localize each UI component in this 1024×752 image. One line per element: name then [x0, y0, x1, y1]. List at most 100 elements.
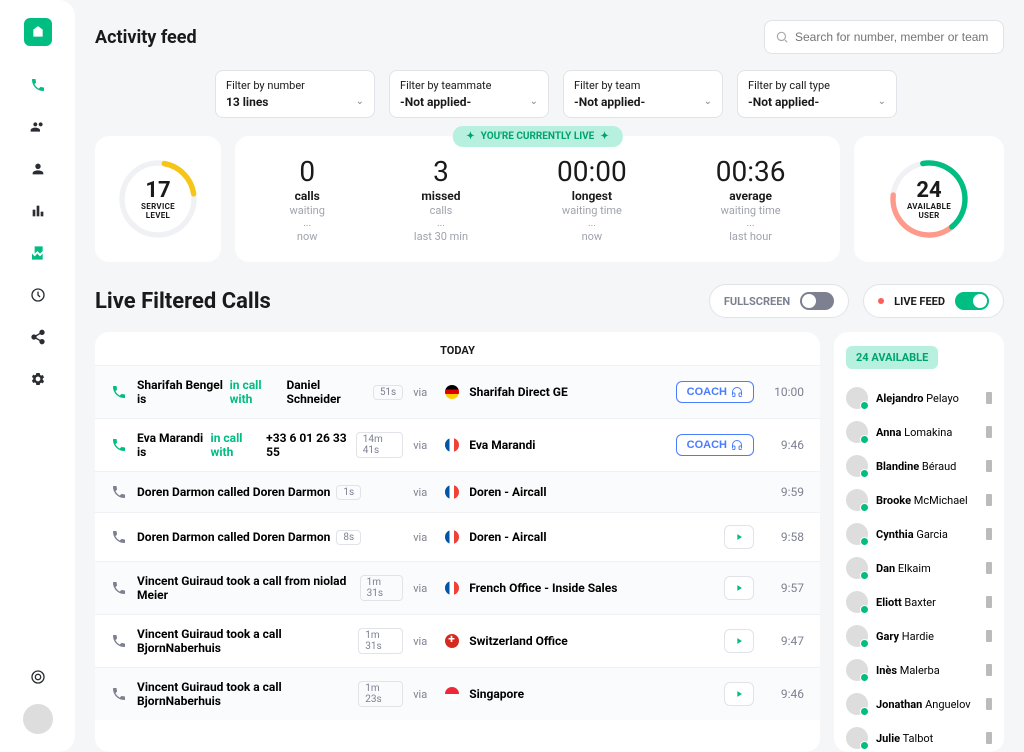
filter-number[interactable]: Filter by number 13 lines ⌄ [215, 70, 375, 118]
line-name: Doren - Aircall [469, 485, 674, 499]
user-row[interactable]: Julie Talbot [846, 721, 992, 752]
call-row[interactable]: Sharifah Bengel is in call with Daniel S… [95, 365, 820, 418]
help-icon[interactable] [29, 668, 47, 686]
clock-icon[interactable] [29, 286, 47, 304]
device-icon [986, 596, 992, 608]
call-row[interactable]: Eva Marandi is in call with +33 6 01 26 … [95, 418, 820, 471]
share-icon[interactable] [29, 328, 47, 346]
device-icon [986, 528, 992, 540]
header: Activity feed [95, 0, 1004, 70]
filter-calltype[interactable]: Filter by call type -Not applied- ⌄ [737, 70, 897, 118]
device-icon [986, 460, 992, 472]
filter-team[interactable]: Filter by team -Not applied- ⌄ [563, 70, 723, 118]
call-row[interactable]: Doren Darmon called Doren Darmon 1s via … [95, 471, 820, 512]
play-button[interactable] [724, 629, 754, 653]
livefeed-toggle[interactable]: LIVE FEED [863, 284, 1004, 318]
flag-icon [445, 634, 459, 648]
avatar [846, 523, 868, 545]
call-description: Doren Darmon called Doren Darmon 1s [137, 485, 403, 500]
coach-button[interactable]: COACH [676, 434, 754, 456]
line-name: Switzerland Office [469, 634, 674, 648]
user-row[interactable]: Anna Lomakina [846, 415, 992, 449]
fullscreen-toggle[interactable]: FULLSCREEN [709, 284, 849, 318]
user-name: Cynthia Garcia [876, 528, 978, 541]
call-row[interactable]: Vincent Guiraud took a call BjornNaberhu… [95, 667, 820, 720]
user-avatar[interactable] [23, 704, 53, 734]
via-label: via [413, 486, 435, 499]
play-button[interactable] [724, 682, 754, 706]
call-time: 9:57 [764, 581, 804, 595]
toggle-off-icon [800, 292, 834, 310]
user-name: Brooke McMichael [876, 494, 978, 507]
phone-icon [111, 484, 127, 500]
person-icon[interactable] [29, 160, 47, 178]
gear-icon[interactable] [29, 370, 47, 388]
chevron-down-icon: ⌄ [878, 96, 886, 107]
avatar [846, 557, 868, 579]
call-row[interactable]: Doren Darmon called Doren Darmon 8s via … [95, 512, 820, 561]
user-row[interactable]: Blandine Béraud [846, 449, 992, 483]
duration-badge: 1m 31s [360, 575, 404, 601]
search-icon [775, 30, 789, 44]
avatar [846, 727, 868, 749]
toggle-on-icon [955, 292, 989, 310]
chevron-down-icon: ⌄ [356, 96, 364, 107]
line-name: Singapore [469, 687, 674, 701]
metric-missed: 3 missed calls ... last 30 min [414, 155, 468, 243]
via-label: via [413, 439, 435, 452]
user-row[interactable]: Cynthia Garcia [846, 517, 992, 551]
user-row[interactable]: Brooke McMichael [846, 483, 992, 517]
duration-badge: 51s [373, 385, 403, 400]
call-row[interactable]: Vincent Guiraud took a call BjornNaberhu… [95, 614, 820, 667]
call-description: Vincent Guiraud took a call from niolad … [137, 574, 403, 602]
filter-teammate[interactable]: Filter by teammate -Not applied- ⌄ [389, 70, 549, 118]
call-description: Sharifah Bengel is in call with Daniel S… [137, 378, 403, 406]
call-time: 9:59 [764, 485, 804, 499]
section-header: Live Filtered Calls FULLSCREEN LIVE FEED [95, 284, 1004, 318]
user-row[interactable]: Jonathan Anguelov [846, 687, 992, 721]
play-button[interactable] [724, 576, 754, 600]
user-row[interactable]: Eliott Baxter [846, 585, 992, 619]
avatar [846, 625, 868, 647]
today-label: TODAY [95, 332, 820, 365]
call-row[interactable]: Vincent Guiraud took a call from niolad … [95, 561, 820, 614]
device-icon [986, 664, 992, 676]
user-row[interactable]: Gary Hardie [846, 619, 992, 653]
section-title: Live Filtered Calls [95, 289, 271, 314]
user-row[interactable]: Inès Malerba [846, 653, 992, 687]
coach-button[interactable]: COACH [676, 381, 754, 403]
phone-icon[interactable] [29, 76, 47, 94]
flag-icon [445, 581, 459, 595]
avatar [846, 659, 868, 681]
duration-badge: 14m 41s [356, 432, 403, 458]
search-input[interactable] [795, 30, 993, 44]
stats-icon[interactable] [29, 202, 47, 220]
page-title: Activity feed [95, 27, 197, 48]
user-row[interactable]: Dan Elkaim [846, 551, 992, 585]
line-name: Sharifah Direct GE [469, 385, 674, 399]
via-label: via [413, 386, 435, 399]
metrics-card: ✦ YOU'RE CURRENTLY LIVE ✦ 0 calls waitin… [235, 136, 840, 262]
device-icon [986, 630, 992, 642]
metric-calls-waiting: 0 calls waiting ... now [289, 155, 324, 243]
search-box[interactable] [764, 20, 1004, 54]
activity-icon[interactable] [29, 244, 47, 262]
metric-average: 00:36 average waiting time ... last hour [716, 155, 786, 243]
app-logo[interactable] [24, 18, 52, 46]
duration-badge: 1m 23s [358, 681, 403, 707]
via-label: via [413, 531, 435, 544]
call-description: Vincent Guiraud took a call BjornNaberhu… [137, 680, 403, 708]
user-name: Gary Hardie [876, 630, 978, 643]
avatar [846, 591, 868, 613]
device-icon [986, 562, 992, 574]
line-name: Eva Marandi [469, 438, 674, 452]
user-name: Inès Malerba [876, 664, 978, 677]
duration-badge: 8s [336, 530, 361, 545]
call-time: 9:46 [764, 687, 804, 701]
user-row[interactable]: Alejandro Pelayo [846, 381, 992, 415]
phone-icon [111, 529, 127, 545]
device-icon [986, 392, 992, 404]
people-icon[interactable] [29, 118, 47, 136]
calls-panel: TODAY Sharifah Bengel is in call with Da… [95, 332, 820, 752]
play-button[interactable] [724, 525, 754, 549]
